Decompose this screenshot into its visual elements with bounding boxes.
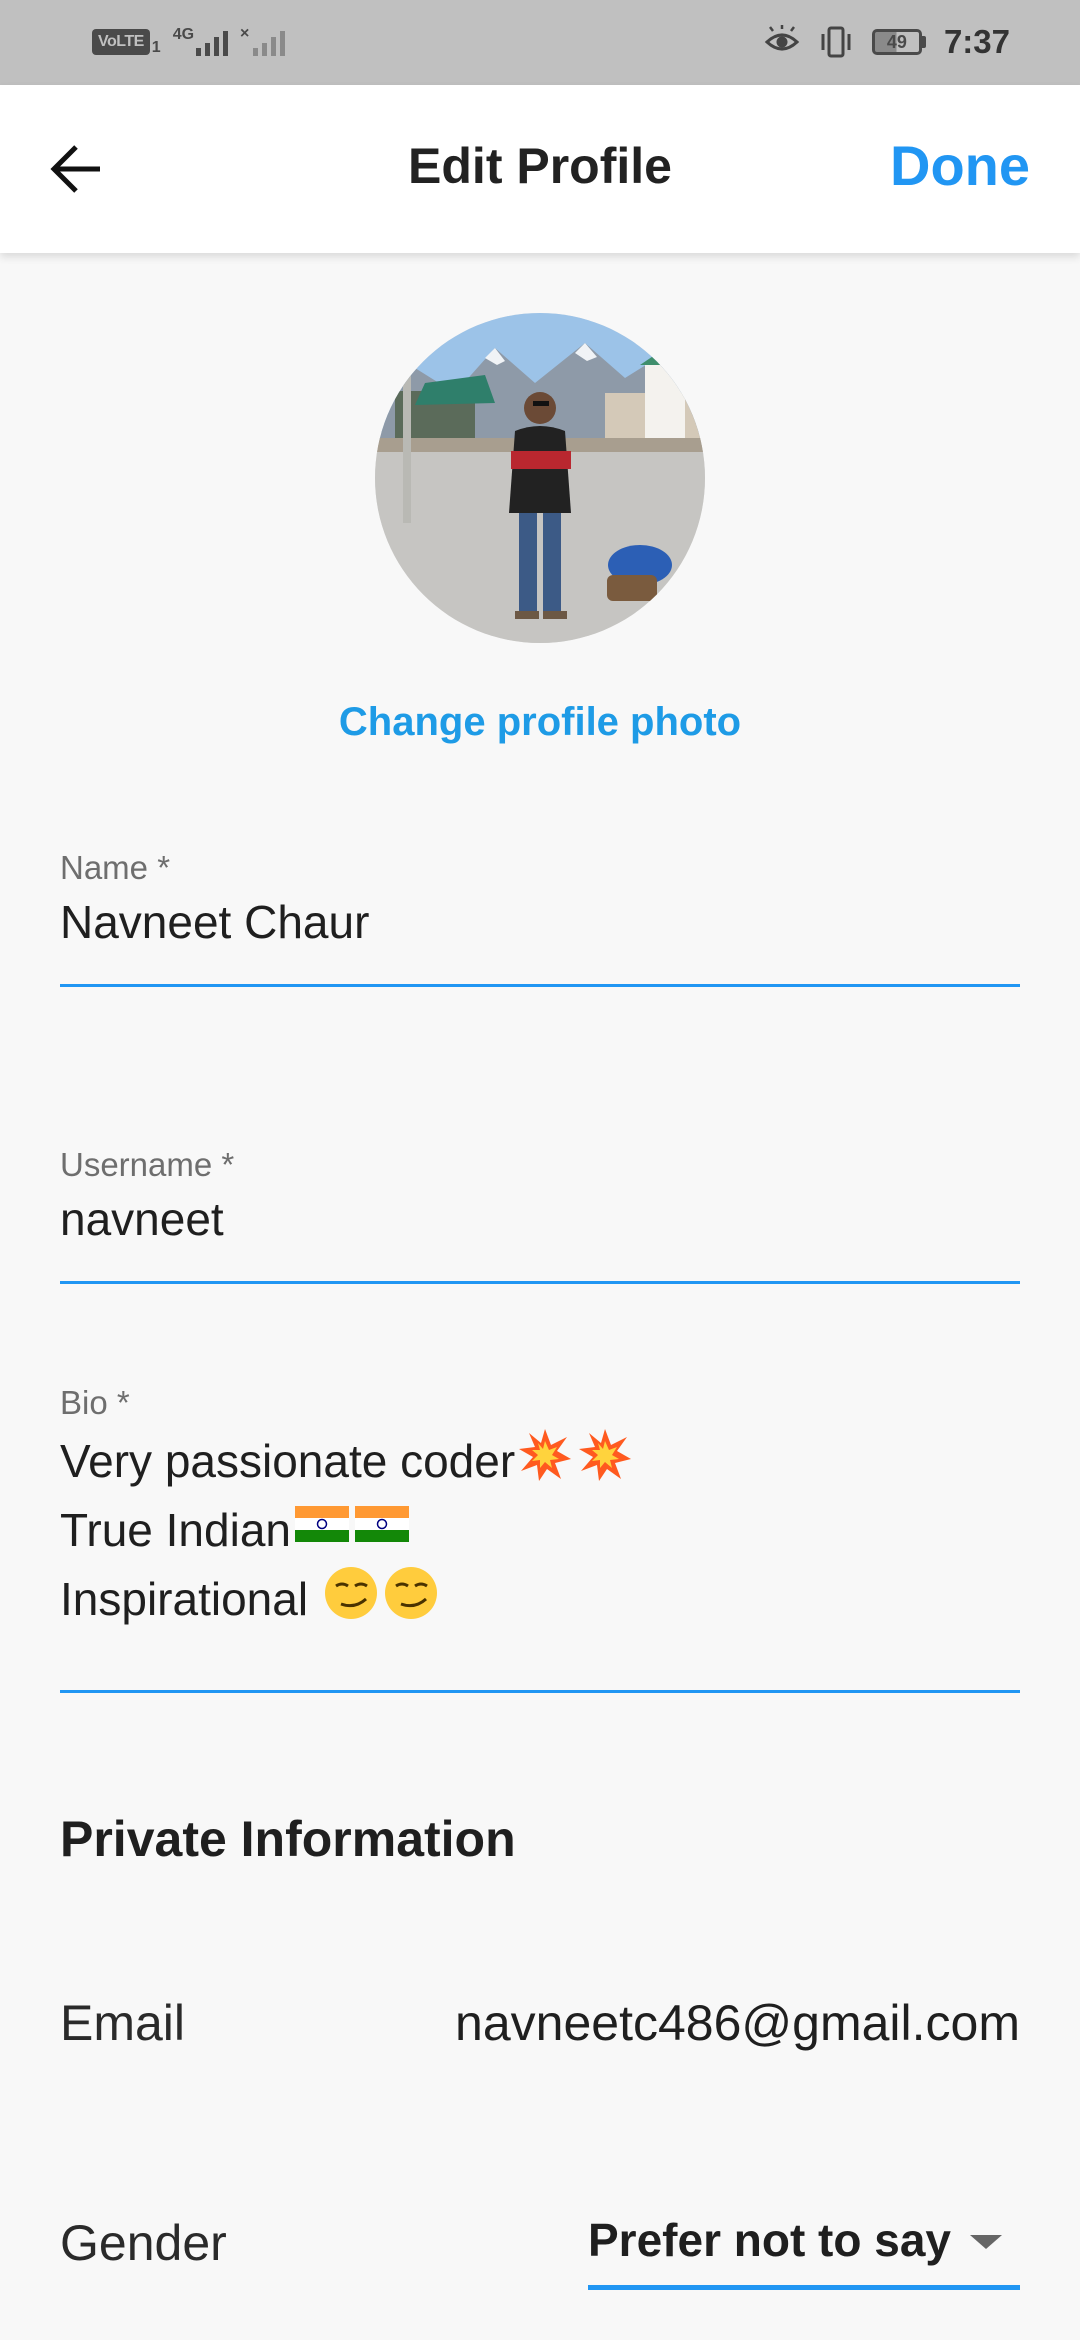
status-left-group: VoLTE 1 4G × <box>92 22 286 62</box>
sim-number: 1 <box>151 39 161 56</box>
india-flag-emoji-icon <box>293 1496 413 1565</box>
app-bar: Edit Profile Done <box>0 85 1080 253</box>
status-bar: VoLTE 1 4G × 49 7:37 <box>0 0 1080 85</box>
username-field-underline <box>60 1281 1020 1284</box>
smirking-face-emoji-icon <box>323 1565 443 1634</box>
no-signal-x-mark: × <box>240 25 250 42</box>
bio-line: True Indian <box>60 1496 1020 1565</box>
profile-avatar[interactable] <box>375 313 705 643</box>
signal-strength-icon <box>196 28 229 56</box>
bio-field-label: Bio * <box>60 1384 130 1421</box>
eye-comfort-icon <box>764 24 800 60</box>
bio-line: Very passionate coder <box>60 1427 1020 1496</box>
signal-strength-sim2-icon <box>253 28 286 56</box>
gender-dropdown-underline <box>588 2285 1020 2290</box>
profile-photo-image <box>375 313 705 643</box>
gender-dropdown[interactable]: Prefer not to say <box>588 2205 1020 2290</box>
username-input[interactable]: navneet <box>60 1191 1020 1247</box>
gender-selected-value: Prefer not to say <box>588 2214 951 2266</box>
bio-line: Inspirational <box>60 1565 1020 1634</box>
name-field[interactable]: Name * Navneet Chaur <box>60 848 1020 990</box>
dropdown-arrow-icon <box>970 2235 1002 2249</box>
bio-field-underline <box>60 1690 1020 1693</box>
battery-icon: 49 <box>871 29 926 55</box>
email-label: Email <box>60 1995 186 2051</box>
bio-input[interactable]: Very passionate coder True Indian Inspir… <box>60 1427 1020 1634</box>
bio-field[interactable]: Bio * Very passionate coder True Indian <box>60 1383 1020 1695</box>
done-button[interactable]: Done <box>890 133 1030 198</box>
gender-label: Gender <box>60 2215 227 2271</box>
status-right-group: 49 7:37 <box>764 18 1010 66</box>
private-information-heading: Private Information <box>60 1811 516 1867</box>
clock: 7:37 <box>943 23 1010 60</box>
name-input[interactable]: Navneet Chaur <box>60 894 1020 950</box>
username-field-label: Username * <box>60 1146 235 1183</box>
volte-icon: VoLTE <box>92 29 150 55</box>
change-profile-photo-link[interactable]: Change profile photo <box>0 700 1080 745</box>
network-type-label: 4G <box>172 26 195 43</box>
name-field-label: Name * <box>60 849 171 886</box>
collision-emoji-icon <box>517 1427 637 1496</box>
email-value: navneetc486@gmail.com <box>455 1995 1020 2051</box>
vibrate-icon <box>818 24 854 60</box>
battery-level: 49 <box>871 29 922 55</box>
name-field-underline <box>60 984 1020 987</box>
username-field[interactable]: Username * navneet <box>60 1145 1020 1287</box>
